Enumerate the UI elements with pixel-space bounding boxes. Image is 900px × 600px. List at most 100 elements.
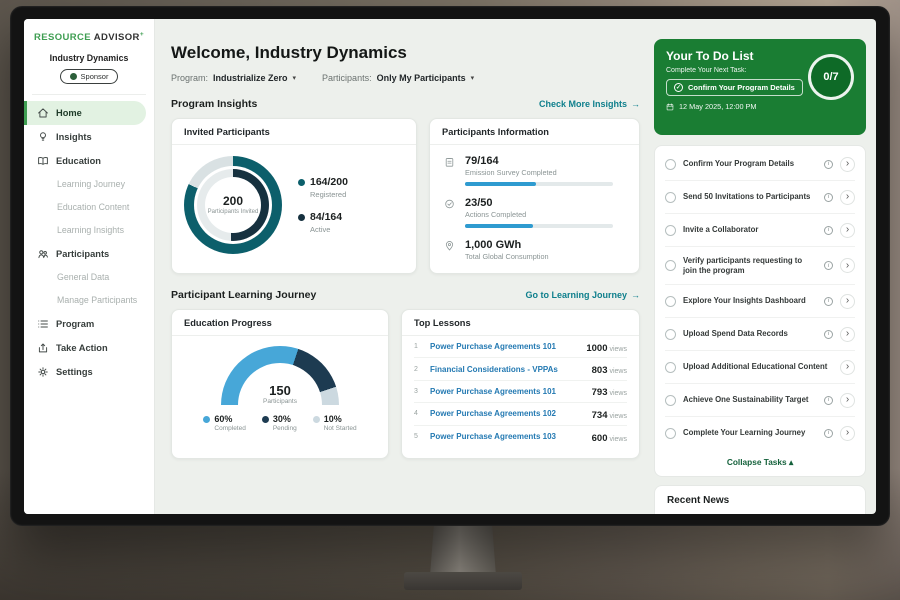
main-content: Welcome, Industry Dynamics Program: Indu… xyxy=(155,19,652,514)
chevron-right-icon[interactable]: › xyxy=(840,360,855,375)
lesson-rank: 1 xyxy=(414,343,422,350)
sidebar-item-participants[interactable]: Participants xyxy=(24,242,146,266)
lesson-views-unit: views xyxy=(609,436,627,443)
sidebar-item-education[interactable]: Education xyxy=(24,149,146,173)
legend-value: 164/200 xyxy=(310,176,348,188)
sidebar-item-learning-insights[interactable]: Learning Insights xyxy=(24,219,154,242)
sidebar-item-general-data[interactable]: General Data xyxy=(24,266,154,289)
lesson-row: 3 Power Purchase Agreements 101 793views xyxy=(414,381,627,403)
sidebar-item-learning-journey[interactable]: Learning Journey xyxy=(24,173,154,196)
card-title: Participants Information xyxy=(430,119,639,145)
lesson-row: 2 Financial Considerations - VPPAs 803vi… xyxy=(414,358,627,380)
chevron-right-icon[interactable]: › xyxy=(840,426,855,441)
task-label: Explore Your Insights Dashboard xyxy=(683,296,817,306)
task-row-upload-educational-content[interactable]: Upload Additional Educational Content › xyxy=(665,351,855,384)
task-row-verify-participants[interactable]: Verify participants requesting to join t… xyxy=(665,247,855,285)
chevron-right-icon[interactable]: › xyxy=(840,223,855,238)
monitor-stand-base xyxy=(404,572,522,590)
sidebar-item-take-action[interactable]: Take Action xyxy=(24,336,146,360)
sidebar-item-manage-participants[interactable]: Manage Participants xyxy=(24,289,154,312)
donut-center-value: 200 xyxy=(223,194,243,208)
lesson-link[interactable]: Power Purchase Agreements 101 xyxy=(430,342,578,351)
go-to-learning-journey-link[interactable]: Go to Learning Journey → xyxy=(525,290,640,300)
task-checkbox[interactable] xyxy=(665,296,676,307)
task-label: Upload Spend Data Records xyxy=(683,329,817,339)
sponsor-badge[interactable]: Sponsor xyxy=(60,69,119,84)
legend-dot xyxy=(262,416,269,423)
sidebar-item-program[interactable]: Program xyxy=(24,312,146,336)
lesson-link[interactable]: Power Purchase Agreements 103 xyxy=(430,432,584,441)
task-row-send-invitations[interactable]: Send 50 Invitations to Participants i › xyxy=(665,181,855,214)
lesson-link[interactable]: Financial Considerations - VPPAs xyxy=(430,365,584,374)
task-label: Verify participants requesting to join t… xyxy=(683,256,817,276)
top-lessons-card: Top Lessons 1 Power Purchase Agreements … xyxy=(401,309,640,459)
stat-label: Emission Survey Completed xyxy=(465,168,613,177)
task-checkbox[interactable] xyxy=(665,395,676,406)
task-row-confirm-program[interactable]: Confirm Your Program Details i › xyxy=(665,148,855,181)
task-checkbox[interactable] xyxy=(665,428,676,439)
donut-center: 200 Participants Invited xyxy=(205,177,261,233)
sidebar-item-settings[interactable]: Settings xyxy=(24,360,146,384)
progress-fill xyxy=(465,182,536,186)
chevron-right-icon[interactable]: › xyxy=(840,327,855,342)
sidebar-item-insights[interactable]: Insights xyxy=(24,125,146,149)
task-row-complete-learning-journey[interactable]: Complete Your Learning Journey i › xyxy=(665,417,855,449)
next-task-pill[interactable]: ✓ Confirm Your Program Details xyxy=(666,79,803,96)
sidebar-item-home[interactable]: Home xyxy=(24,101,146,125)
lesson-views: 803 xyxy=(592,365,608,376)
link-label: Go to Learning Journey xyxy=(525,290,627,300)
invited-legend: 164/200 Registered 84/164 Active xyxy=(298,176,348,234)
stat-global-consumption: 1,000 GWh Total Global Consumption xyxy=(444,239,625,261)
task-row-invite-collaborator[interactable]: Invite a Collaborator i › xyxy=(665,214,855,247)
chevron-right-icon[interactable]: › xyxy=(840,190,855,205)
stat-label: Actions Completed xyxy=(465,210,613,219)
task-checkbox[interactable] xyxy=(665,225,676,236)
program-insights-header: Program Insights Check More Insights → xyxy=(171,98,640,110)
chevron-right-icon[interactable]: › xyxy=(840,157,855,172)
collapse-tasks-button[interactable]: Collapse Tasks ▴ xyxy=(665,449,855,476)
legend-dot xyxy=(313,416,320,423)
recent-news-card: Recent News xyxy=(654,485,866,514)
lesson-link[interactable]: Power Purchase Agreements 101 xyxy=(430,387,584,396)
legend-item-active: 84/164 Active xyxy=(298,211,348,234)
logo-plus: + xyxy=(140,31,144,38)
task-row-explore-insights[interactable]: Explore Your Insights Dashboard i › xyxy=(665,285,855,318)
task-row-upload-spend-data[interactable]: Upload Spend Data Records i › xyxy=(665,318,855,351)
task-checkbox[interactable] xyxy=(665,260,676,271)
check-more-insights-link[interactable]: Check More Insights → xyxy=(539,99,640,109)
logo-primary: RESOURCE xyxy=(34,32,91,43)
participants-filter-value: Only My Participants xyxy=(377,73,466,83)
stat-label: Total Global Consumption xyxy=(465,252,549,261)
legend-pct: 60% xyxy=(214,414,232,424)
task-checkbox[interactable] xyxy=(665,329,676,340)
participants-information-card: Participants Information 79/164 Emission… xyxy=(429,118,640,274)
sponsor-person-icon xyxy=(70,73,77,80)
sidebar-item-label: Home xyxy=(56,108,82,118)
caret-down-icon: ▾ xyxy=(471,74,475,82)
chevron-right-icon[interactable]: › xyxy=(840,294,855,309)
monitor-bezel: RESOURCE ADVISOR+ Industry Dynamics Spon… xyxy=(10,6,890,526)
filters-row: Program: Industrialize Zero ▾ Participan… xyxy=(171,73,640,83)
legend-item-not-started: 10% Not Started xyxy=(313,414,357,432)
legend-dot xyxy=(298,214,305,221)
logo-secondary: ADVISOR xyxy=(94,32,140,43)
participants-filter[interactable]: Participants: Only My Participants ▾ xyxy=(322,73,474,83)
task-checkbox[interactable] xyxy=(665,159,676,170)
chevron-right-icon[interactable]: › xyxy=(840,393,855,408)
legend-pct: 10% xyxy=(324,414,342,424)
legend-value: 84/164 xyxy=(310,211,342,223)
task-checkbox[interactable] xyxy=(665,192,676,203)
app-logo: RESOURCE ADVISOR+ xyxy=(24,31,154,43)
lesson-link[interactable]: Power Purchase Agreements 102 xyxy=(430,409,584,418)
legend-label: Pending xyxy=(273,425,297,432)
todo-column: Your To Do List Complete Your Next Task:… xyxy=(652,19,876,514)
task-checkbox[interactable] xyxy=(665,362,676,373)
program-filter-label: Program: xyxy=(171,73,208,83)
sidebar-item-education-content[interactable]: Education Content xyxy=(24,196,154,219)
lesson-row: 1 Power Purchase Agreements 101 1000view… xyxy=(414,336,627,358)
lesson-views-unit: views xyxy=(609,368,627,375)
chevron-right-icon[interactable]: › xyxy=(840,258,855,273)
program-filter-value: Industrialize Zero xyxy=(213,73,288,83)
program-filter[interactable]: Program: Industrialize Zero ▾ xyxy=(171,73,296,83)
task-row-achieve-target[interactable]: Achieve One Sustainability Target i › xyxy=(665,384,855,417)
